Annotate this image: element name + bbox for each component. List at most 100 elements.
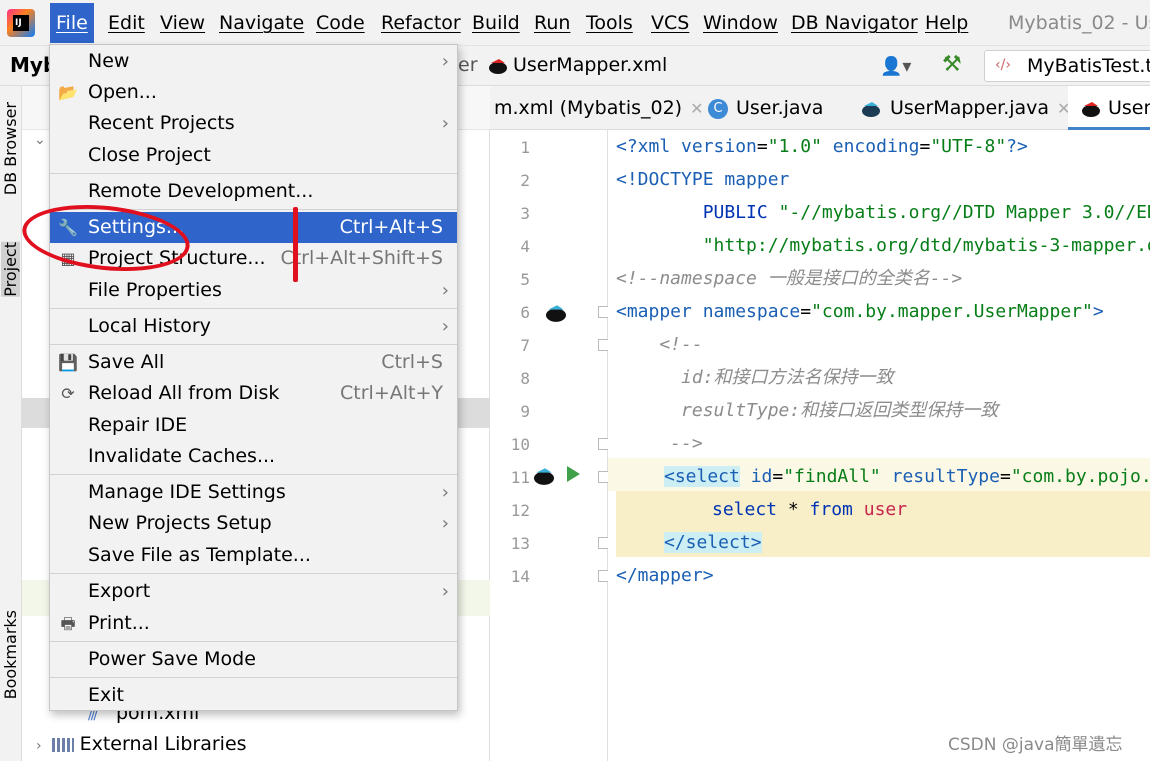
red-mark-annotation [293,207,298,282]
menu-item-reload-all[interactable]: ⟳ Reload All from Disk Ctrl+Alt+Y [50,378,457,409]
menu-db-navigator[interactable]: DB Navigator [791,10,918,36]
line-number: 14 [510,567,530,586]
chevron-right-icon[interactable]: › [36,738,42,754]
code-line: <?xml version="1.0" encoding="UTF-8"?> [616,136,1028,157]
mybatis-navigate-icon[interactable] [543,303,569,323]
menu-refactor[interactable]: Refactor [381,10,461,36]
line-number: 12 [510,501,530,520]
editor-gutter: 1 2 3 4 5 6 7 8 9 10 11 12 13 14 [490,130,610,761]
code-line: </mapper> [616,565,714,586]
chevron-right-icon: › [441,482,449,503]
bookmarks-tool-tab[interactable]: Bookmarks [1,610,20,699]
menu-run[interactable]: Run [534,10,570,36]
menu-item-new[interactable]: New › [50,46,457,77]
code-line: <!-- [616,334,703,355]
menu-item-invalidate-caches[interactable]: Invalidate Caches... [50,441,457,472]
run-configuration-label: MyBatisTest.te [1027,55,1150,77]
tab-usermapper-java[interactable]: UserMapper.java ✕ [860,86,1070,130]
tab-usermapper-xml[interactable]: User [1068,86,1150,130]
menu-item-open[interactable]: 📂 Open... [50,77,457,108]
code-line: id:和接口方法名保持一致 [616,367,894,388]
code-editor[interactable]: <?xml version="1.0" encoding="UTF-8"?> <… [608,130,1150,761]
chevron-right-icon: › [441,113,449,134]
line-number: 2 [520,171,530,190]
menu-item-export[interactable]: Export › [50,576,457,607]
breadcrumb-file[interactable]: UserMapper.xml [513,54,667,76]
menu-vcs[interactable]: VCS [651,10,689,36]
chevron-right-icon: › [441,51,449,72]
tab-user-java[interactable]: C User.java [708,86,823,130]
line-number: 11 [510,468,530,487]
menu-separator [50,641,457,642]
line-number: 13 [510,534,530,553]
mybatis-bird-icon [1082,101,1100,117]
menu-code[interactable]: Code [316,10,365,36]
menu-file[interactable]: File [50,3,94,43]
tab-pom-xml[interactable]: m.xml (Mybatis_02) ✕ [494,86,704,130]
menu-item-new-projects-setup[interactable]: New Projects Setup › [50,508,457,539]
code-line: <!--namespace 一般是接口的全类名--> [616,268,963,289]
menu-build[interactable]: Build [472,10,520,36]
folder-icon: 📂 [58,83,78,102]
menu-window[interactable]: Window [703,10,778,36]
code-line: select * from user [712,499,908,520]
library-icon [51,737,74,752]
run-gutter-icon[interactable] [567,466,580,482]
mybatis-bird-icon [489,59,507,74]
chevron-right-icon: › [441,280,449,301]
line-number: 9 [520,402,530,421]
menu-item-close-project[interactable]: Close Project [50,140,457,171]
line-number: 7 [520,336,530,355]
menu-separator [50,173,457,174]
menu-separator [50,344,457,345]
breadcrumb-segment[interactable]: er [458,54,478,76]
db-browser-tool-tab[interactable]: DB Browser [1,102,20,195]
chevron-right-icon: › [441,316,449,337]
menu-navigate[interactable]: Navigate [219,10,304,36]
menu-item-file-properties[interactable]: File Properties › [50,275,457,306]
mybatis-navigate-icon[interactable] [531,466,557,486]
code-line: "http://mybatis.org/dtd/mybatis-3-mapper… [702,235,1150,256]
code-line: <select id="findAll" resultType="com.by.… [664,466,1150,487]
tree-item-external-libraries[interactable]: › External Libraries [36,733,247,755]
line-number: 3 [520,204,530,223]
code-line: --> [616,433,703,454]
tab-label: User [1108,97,1150,119]
line-number: 1 [520,138,530,157]
menu-item-power-save-mode[interactable]: Power Save Mode [50,644,457,675]
menu-edit[interactable]: Edit [108,10,145,36]
chevron-down-icon[interactable]: ⌄ [34,132,46,148]
menu-item-save-file-as-template[interactable]: Save File as Template... [50,540,457,571]
tab-label: m.xml (Mybatis_02) [494,97,683,119]
tab-label: User.java [736,97,824,119]
menu-help[interactable]: Help [925,10,968,36]
menu-item-save-all[interactable]: 💾 Save All Ctrl+S [50,347,457,378]
code-line: PUBLIC "-//mybatis.org//DTD Mapper 3.0//… [616,202,1150,223]
chevron-right-icon: › [441,513,449,534]
reload-icon: ⟳ [61,384,75,403]
menu-separator [50,474,457,475]
watermark: CSDN @java簡單遺忘 [948,735,1123,755]
run-configuration-selector[interactable]: ‹/› MyBatisTest.te [984,50,1150,82]
close-icon[interactable]: ✕ [690,99,703,118]
window-title: Mybatis_02 - Use [1008,12,1150,34]
menu-view[interactable]: View [160,10,205,36]
build-hammer-icon[interactable]: ⚒ [942,52,962,77]
menu-item-recent-projects[interactable]: Recent Projects › [50,108,457,139]
project-tool-tab[interactable]: Project [1,242,20,297]
mybatis-bird-icon [862,101,880,117]
menu-item-repair-ide[interactable]: Repair IDE [50,410,457,441]
menu-item-exit[interactable]: Exit [50,680,457,711]
menu-item-remote-development[interactable]: Remote Development... [50,176,457,207]
line-number: 6 [520,303,530,322]
menu-separator [50,573,457,574]
menu-separator [50,677,457,678]
line-number: 8 [520,369,530,388]
user-account-icon[interactable]: 👤▾ [880,56,911,77]
menu-item-local-history[interactable]: Local History › [50,311,457,342]
menu-item-print[interactable]: 🖶 Print... [50,608,457,639]
code-line: resultType:和接口返回类型保持一致 [616,400,999,421]
menu-tools[interactable]: Tools [586,10,633,36]
menu-item-manage-ide-settings[interactable]: Manage IDE Settings › [50,477,457,508]
left-tool-strip: DB Browser Project Bookmarks [0,86,22,761]
